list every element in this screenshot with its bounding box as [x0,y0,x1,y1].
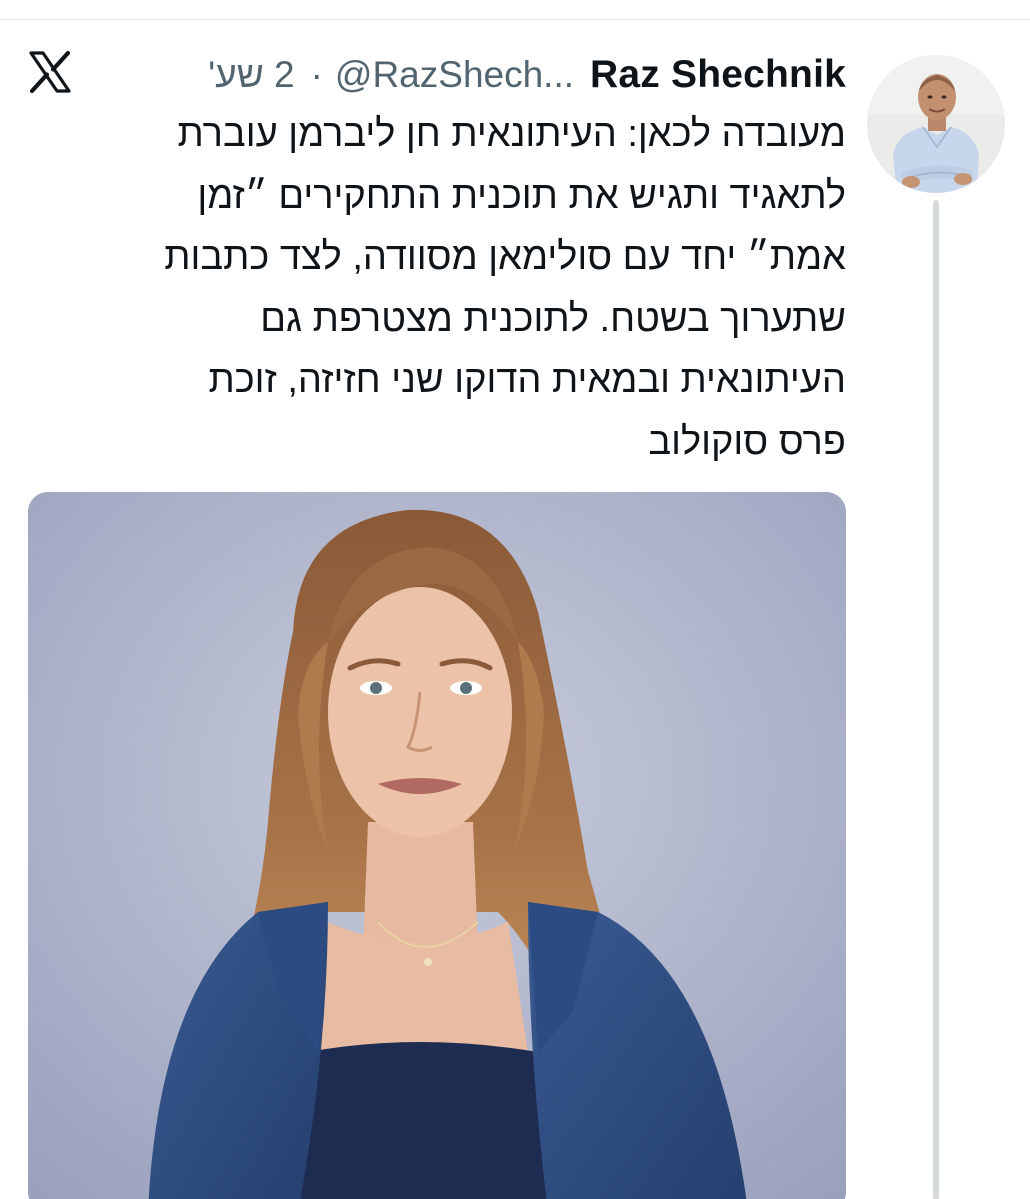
x-logo-icon[interactable] [28,50,72,94]
tweet-text-line: העיתונאית ובמאית הדוקו שני חזיזה, זוכת [208,359,846,401]
thread-connector-line [933,200,939,1199]
tweet-text-line: מעובדה לכאן: העיתונאית חן ליברמן עוברת [177,113,846,155]
author-avatar[interactable] [867,55,1005,193]
tweet-header: 2 שע' · @RazShech... Raz Shechnik [208,50,846,100]
tweet-text-line: פרס סוקולוב [648,420,846,463]
tweet-screenshot: 2 שע' · @RazShech... Raz Shechnik מעובדה… [0,0,1030,1199]
top-divider [0,19,1030,20]
tweet-timestamp[interactable]: 2 שע' [208,54,294,96]
meta-separator: · [310,54,323,95]
author-handle[interactable]: @RazShech... [335,54,574,96]
portrait-photo [28,492,846,1199]
avatar-photo [867,55,1005,193]
tweet-text-line: לתאגיד ותגיש את תוכנית התחקירים ״זמן [197,174,846,217]
tweet-media-photo[interactable] [28,492,846,1199]
tweet-text-line: אמת״ יחד עם סולימאן מסוודה, לצד כתבות [164,236,846,278]
author-display-name[interactable]: Raz Shechnik [590,53,846,97]
tweet-text: מעובדה לכאן: העיתונאית חן ליברמן עוברת ל… [66,104,846,473]
tweet-text-line: שתערוך בשטח. לתוכנית מצטרפת גם [260,297,846,340]
